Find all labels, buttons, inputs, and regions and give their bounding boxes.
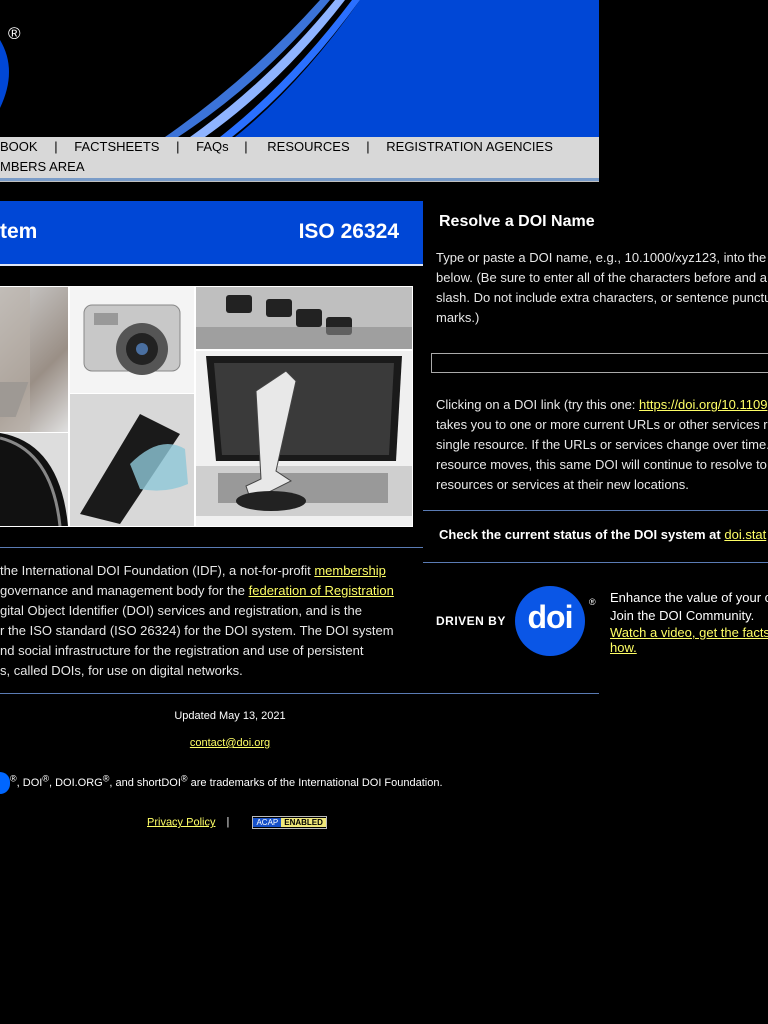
updated-date: Updated May 13, 2021 bbox=[174, 710, 286, 722]
click-line: resource moves, this same DOI will conti… bbox=[436, 457, 767, 472]
section-divider bbox=[423, 510, 768, 511]
laptop-microscope-image bbox=[196, 351, 412, 526]
mixer-graphic bbox=[196, 287, 412, 349]
nav-row: BOOK | FACTSHEETS | FAQs | RESOURCES | R… bbox=[0, 139, 553, 154]
resolve-help-line: slash. Do not include extra characters, … bbox=[436, 290, 768, 305]
tm-reg: ® bbox=[42, 773, 49, 784]
resolve-heading: Resolve a DOI Name bbox=[439, 213, 595, 230]
status-line: Check the current status of the DOI syst… bbox=[439, 527, 766, 542]
legal-separator: | bbox=[226, 816, 230, 829]
camera-graphic bbox=[83, 304, 181, 375]
doi-logo-icon bbox=[0, 772, 10, 794]
mixer-image bbox=[196, 287, 412, 349]
laptop-image bbox=[0, 287, 68, 432]
driven-reg-mark: ® bbox=[589, 597, 596, 607]
nav-divider bbox=[0, 178, 599, 182]
click-text-prefix: Clicking on a DOI link (try this one: bbox=[436, 397, 640, 412]
trademark-notice: ®, DOI®, DOI.ORG®, and shortDOI® are tra… bbox=[0, 772, 443, 794]
tm-doiorg: , DOI.ORG bbox=[48, 776, 103, 789]
federation-link[interactable]: federation of Registration bbox=[249, 583, 394, 598]
nav-separator: | bbox=[54, 139, 58, 154]
microscope-laptop-graphic bbox=[196, 356, 412, 516]
section-divider bbox=[0, 547, 423, 548]
intro-line: governance and management body for the f… bbox=[0, 581, 418, 601]
nav-item-book[interactable]: BOOK bbox=[0, 139, 38, 154]
tm-doi: , DOI bbox=[16, 776, 43, 789]
click-line: resources or services at their new locat… bbox=[436, 477, 689, 492]
intro-line: r the ISO standard (ISO 26324) for the D… bbox=[0, 623, 394, 638]
resolve-help-line: Type or paste a DOI name, e.g., 10.1000/… bbox=[436, 250, 767, 265]
membership-link[interactable]: membership bbox=[314, 563, 386, 578]
doi-logo-text: doi bbox=[527, 599, 574, 635]
driven-by-label: DRIVEN BY bbox=[436, 614, 506, 628]
banner-swoosh-graphic bbox=[0, 0, 599, 137]
click-line: single resource. If the URLs or services… bbox=[436, 437, 768, 452]
title-bar: tem ISO 26324 bbox=[0, 201, 423, 266]
intro-text: the International DOI Foundation (IDF), … bbox=[0, 563, 315, 578]
nav-separator: | bbox=[244, 139, 248, 154]
intro-paragraph: the International DOI Foundation (IDF), … bbox=[0, 561, 418, 681]
privacy-policy-link[interactable]: Privacy Policy bbox=[147, 816, 215, 828]
tablet-graphic bbox=[80, 414, 188, 524]
nav-item-faqs[interactable]: FAQs bbox=[196, 139, 229, 154]
nav-item-members-area[interactable]: MBERS AREA bbox=[0, 159, 85, 174]
resolve-help-line: marks.) bbox=[436, 310, 480, 325]
enhance-blurb: Enhance the value of your c Join the DOI… bbox=[610, 589, 768, 655]
intro-line: nd social infrastructure for the registr… bbox=[0, 643, 364, 658]
nav-separator: | bbox=[176, 139, 180, 154]
registered-mark: ® bbox=[8, 24, 21, 43]
intro-text: governance and management body for the bbox=[0, 583, 249, 598]
enhance-line: Enhance the value of your c bbox=[610, 590, 768, 605]
nav-row-2: MBERS AREA bbox=[0, 159, 85, 174]
nav-item-registration-agencies[interactable]: REGISTRATION AGENCIES bbox=[386, 139, 553, 154]
section-divider bbox=[423, 562, 768, 563]
nav-separator: | bbox=[366, 139, 370, 154]
page-title: tem bbox=[0, 220, 38, 243]
tm-reg: ® bbox=[10, 773, 17, 784]
tablet-hand-image bbox=[70, 394, 194, 526]
hero-photo-collage bbox=[0, 286, 413, 527]
resolve-instructions: Type or paste a DOI name, e.g., 10.1000/… bbox=[436, 248, 768, 328]
enhance-line: Join the DOI Community. bbox=[610, 608, 755, 623]
acap-badge-left: ACAP bbox=[253, 818, 282, 827]
resolve-help-line: below. (Be sure to enter all of the char… bbox=[436, 270, 767, 285]
tm-reg: ® bbox=[180, 773, 188, 784]
camera-image bbox=[70, 287, 194, 393]
doi-link-explanation: Clicking on a DOI link (try this one: ht… bbox=[436, 395, 768, 495]
contact-line: contact@doi.org bbox=[0, 737, 460, 749]
main-nav: BOOK | FACTSHEETS | FAQs | RESOURCES | R… bbox=[0, 137, 599, 178]
how-link[interactable]: how. bbox=[610, 640, 768, 655]
watch-video-link[interactable]: Watch a video, get the facts bbox=[610, 625, 768, 640]
status-text: Check the current status of the DOI syst… bbox=[439, 527, 725, 542]
acap-badge-right: ENABLED bbox=[281, 818, 326, 827]
click-line: Clicking on a DOI link (try this one: ht… bbox=[436, 395, 768, 415]
disc-image bbox=[0, 433, 68, 526]
example-doi-link[interactable]: https://doi.org/10.1109 bbox=[639, 397, 767, 412]
laptop-keyboard-graphic bbox=[0, 287, 30, 432]
tm-short: , and shortDOI bbox=[109, 776, 181, 789]
nav-item-factsheets[interactable]: FACTSHEETS bbox=[74, 139, 159, 154]
click-line: takes you to one or more current URLs or… bbox=[436, 417, 768, 432]
legal-links: Privacy Policy | ACAP ENABLED bbox=[147, 816, 327, 829]
iso-label: ISO 26324 bbox=[298, 220, 399, 243]
nav-item-resources[interactable]: RESOURCES bbox=[267, 139, 349, 154]
header-banner: ® bbox=[0, 0, 599, 137]
doi-name-input[interactable] bbox=[431, 353, 768, 373]
doi-status-link[interactable]: doi.stat bbox=[724, 527, 766, 542]
tm-suffix: are trademarks of the International DOI … bbox=[187, 776, 443, 789]
disc-graphic bbox=[0, 433, 68, 526]
footer-divider bbox=[0, 693, 599, 694]
intro-line: the International DOI Foundation (IDF), … bbox=[0, 561, 418, 581]
intro-line: s, called DOIs, for use on digital netwo… bbox=[0, 663, 243, 678]
acap-badge[interactable]: ACAP ENABLED bbox=[252, 816, 327, 829]
intro-line: gital Object Identifier (DOI) services a… bbox=[0, 603, 362, 618]
contact-email-link[interactable]: contact@doi.org bbox=[190, 737, 270, 749]
